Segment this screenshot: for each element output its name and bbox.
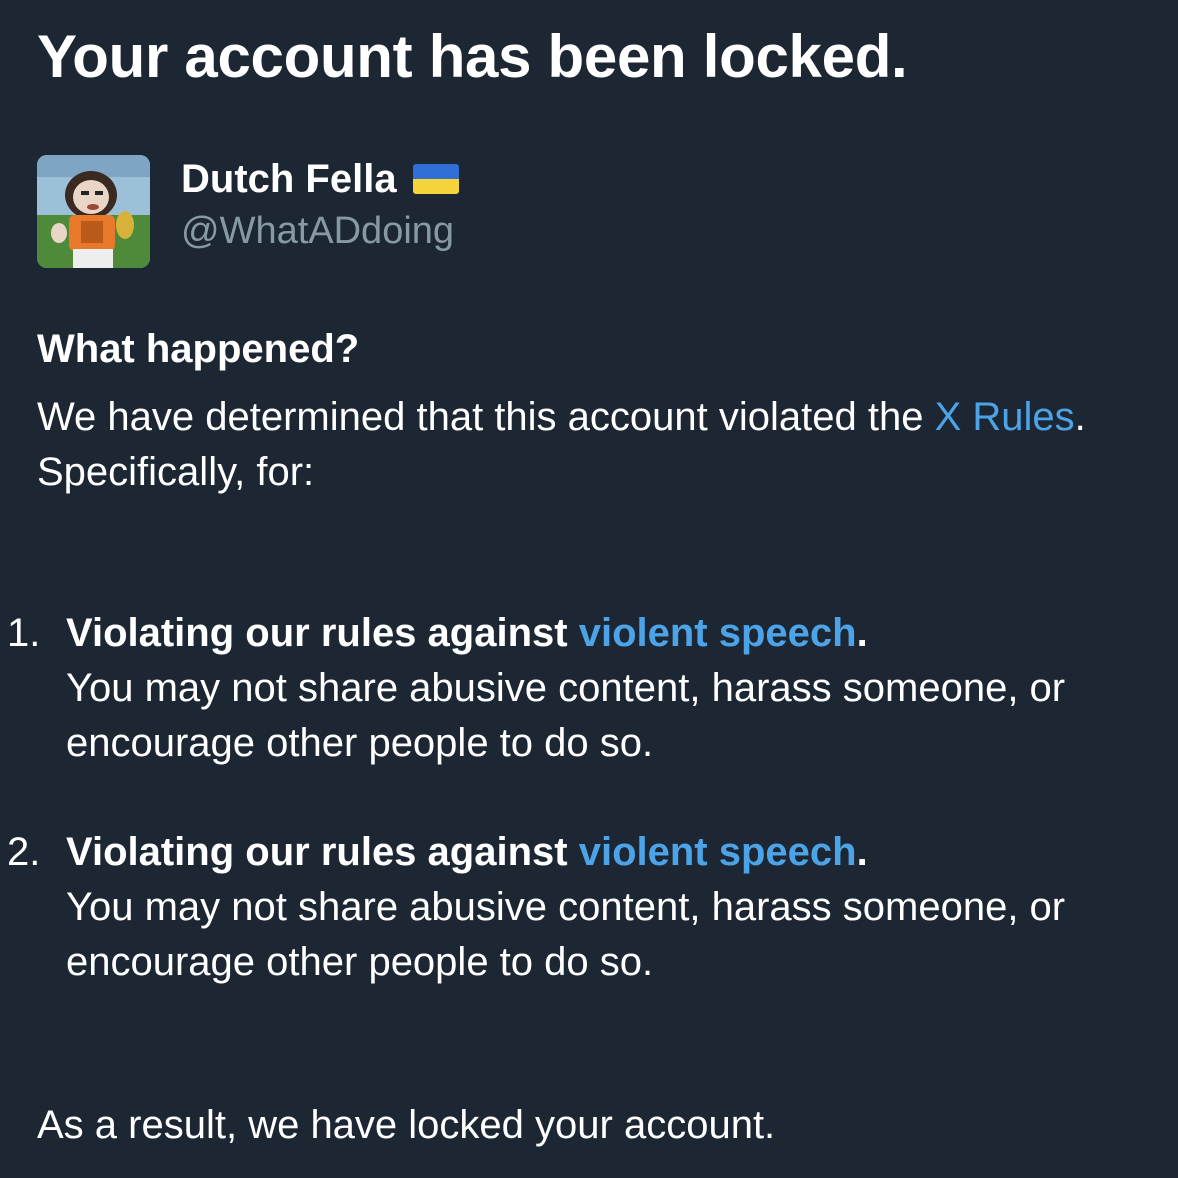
avatar [37,155,150,268]
violation-heading-period: . [856,611,868,655]
violation-heading-period: . [856,830,868,874]
violent-speech-link[interactable]: violent speech [579,611,857,655]
account-handle[interactable]: @WhatADdoing [181,207,459,255]
page-title: Your account has been locked. [37,23,908,90]
result-message: As a result, we have locked your account… [37,1103,776,1147]
violation-description: You may not share abusive content, haras… [66,885,1066,984]
violent-speech-link[interactable]: violent speech [579,830,857,874]
ukraine-flag-icon [412,164,459,194]
intro-line-2: Specifically, for: [37,450,315,494]
violation-number: 2. [7,830,41,874]
display-name[interactable]: Dutch Fella [181,155,459,203]
intro-period: . [1074,395,1086,439]
violation-number: 1. [7,611,41,655]
violation-heading: Violating our rules against violent spee… [66,606,1166,661]
what-happened-heading: What happened? [37,327,360,371]
violation-intro: We have determined that this account vio… [37,390,1167,500]
violation-description: You may not share abusive content, haras… [66,666,1066,765]
violation-heading-text: Violating our rules against [66,611,579,655]
intro-text: We have determined that this account vio… [37,395,935,439]
avatar-image [37,155,150,268]
violation-heading: Violating our rules against violent spee… [66,825,1166,880]
account-profile: Dutch Fella @WhatADdoing [37,155,459,268]
x-rules-link[interactable]: X Rules [935,395,1075,439]
violation-heading-text: Violating our rules against [66,830,579,874]
display-name-text: Dutch Fella [181,157,397,201]
